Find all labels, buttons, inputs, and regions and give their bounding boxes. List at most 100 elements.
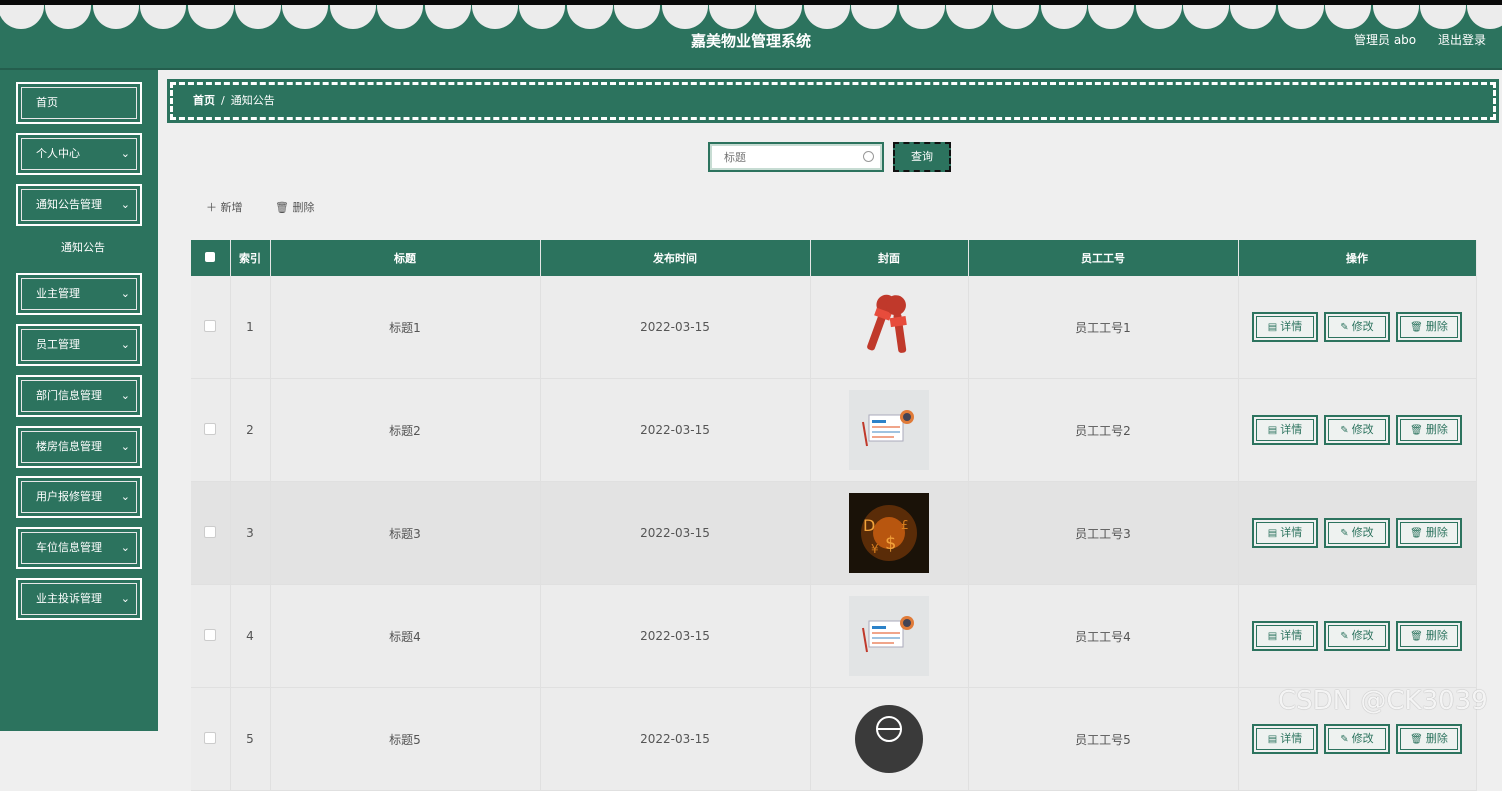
search-field[interactable] (708, 142, 884, 172)
row-select-cell[interactable] (191, 481, 231, 585)
edit-button-label: 修改 (1351, 320, 1374, 333)
sidebar-item-label: 车位信息管理 (36, 541, 102, 554)
svg-text:£: £ (901, 518, 909, 532)
document-icon: ▤ (1267, 322, 1278, 333)
edit-button-label: 修改 (1351, 526, 1374, 539)
sidebar-item-label: 通知公告管理 (36, 198, 102, 211)
batch-delete-button[interactable]: 🗑 删除 (275, 199, 314, 215)
row-checkbox[interactable] (204, 731, 217, 744)
column-header-title: 标题 (270, 240, 541, 276)
edit-button[interactable]: ✎ 修改 (1324, 724, 1390, 754)
delete-button[interactable]: 🗑 删除 (1396, 312, 1462, 342)
delete-button[interactable]: 🗑 删除 (1396, 724, 1462, 754)
header-scallop-decoration (0, 5, 1502, 31)
header: 嘉美物业管理系统 管理员 abo 退出登录 (0, 5, 1502, 70)
detail-button[interactable]: ▤ 详情 (1252, 518, 1318, 548)
detail-button-label: 详情 (1280, 732, 1303, 745)
chevron-down-icon: ⌄ (120, 338, 130, 351)
sidebar-item-label: 业主投诉管理 (36, 592, 102, 605)
row-index: 2 (230, 378, 271, 482)
sidebar-item-label: 个人中心 (36, 147, 80, 160)
breadcrumb-current: 通知公告 (230, 94, 275, 107)
row-cover (810, 276, 969, 379)
row-checkbox[interactable] (204, 525, 217, 538)
row-checkbox[interactable] (204, 628, 217, 641)
breadcrumb-separator: / (221, 94, 225, 107)
column-header-index: 索引 (230, 240, 271, 276)
column-header-cover: 封面 (810, 240, 969, 276)
sidebar-item-parking-management[interactable]: 车位信息管理 ⌄ (16, 527, 142, 569)
logout-link[interactable]: 退出登录 (1438, 33, 1486, 47)
row-date: 2022-03-15 (540, 687, 811, 791)
sidebar-item-building-management[interactable]: 楼房信息管理 ⌄ (16, 426, 142, 468)
edit-button-label: 修改 (1351, 423, 1374, 436)
sidebar-item-label: 首页 (36, 96, 58, 109)
row-title: 标题5 (270, 687, 541, 791)
sidebar-item-repair-management[interactable]: 用户报修管理 ⌄ (16, 476, 142, 518)
row-staff-id: 员工工号5 (968, 687, 1239, 791)
sidebar-item-home[interactable]: 首页 (16, 82, 142, 124)
detail-button[interactable]: ▤ 详情 (1252, 724, 1318, 754)
table-row: 1 标题1 2022-03-15 员工工号1 ▤ 详情 ✎ 修改 🗑 删除 (191, 276, 1477, 379)
sidebar-item-complaint-management[interactable]: 业主投诉管理 ⌄ (16, 578, 142, 620)
delete-button[interactable]: 🗑 删除 (1396, 415, 1462, 445)
row-actions: ▤ 详情 ✎ 修改 🗑 删除 (1238, 276, 1477, 379)
edit-button-label: 修改 (1351, 732, 1374, 745)
row-index: 3 (230, 481, 271, 585)
search-input[interactable] (722, 150, 866, 165)
search-icon (863, 151, 874, 162)
sidebar-item-owner-management[interactable]: 业主管理 ⌄ (16, 273, 142, 315)
row-date: 2022-03-15 (540, 481, 811, 585)
sidebar-item-label: 业主管理 (36, 287, 80, 300)
row-title: 标题1 (270, 276, 541, 379)
trash-icon: 🗑 (1410, 425, 1423, 436)
sidebar: 首页 个人中心 ⌄ 通知公告管理 ⌄ 通知公告 业主管理 ⌄ 员工管理 ⌄ 部门信息管理… (0, 70, 158, 731)
svg-text:D: D (863, 516, 875, 535)
breadcrumb-home[interactable]: 首页 (193, 94, 215, 107)
row-checkbox[interactable] (204, 319, 217, 332)
chevron-down-icon: ⌄ (120, 440, 130, 453)
sidebar-item-staff-management[interactable]: 员工管理 ⌄ (16, 324, 142, 366)
microphone-news-live-icon (849, 287, 929, 367)
query-button[interactable]: 查询 (893, 142, 951, 172)
row-title: 标题4 (270, 584, 541, 688)
globe-news-badge-icon (849, 699, 929, 779)
current-user: 管理员 abo (1354, 33, 1417, 47)
sidebar-item-personal-center[interactable]: 个人中心 ⌄ (16, 133, 142, 175)
pencil-icon: ✎ (1340, 528, 1349, 539)
svg-text:¥: ¥ (871, 542, 879, 556)
add-button[interactable]: ＋ 新增 (206, 199, 243, 215)
delete-button-label: 删除 (1425, 629, 1448, 642)
trash-icon: 🗑 (275, 201, 293, 214)
edit-button[interactable]: ✎ 修改 (1324, 312, 1390, 342)
pencil-icon: ✎ (1340, 734, 1349, 745)
delete-button[interactable]: 🗑 删除 (1396, 518, 1462, 548)
sidebar-item-notice-management[interactable]: 通知公告管理 ⌄ (16, 184, 142, 226)
chevron-down-icon: ⌄ (120, 592, 130, 605)
row-cover (810, 584, 969, 688)
row-actions: ▤ 详情 ✎ 修改 🗑 删除 (1238, 584, 1477, 688)
row-select-cell[interactable] (191, 584, 231, 688)
chevron-down-icon: ⌄ (120, 541, 130, 554)
plus-icon: ＋ (206, 201, 221, 214)
pencil-icon: ✎ (1340, 322, 1349, 333)
column-header-actions: 操作 (1238, 240, 1477, 276)
row-checkbox[interactable] (204, 422, 217, 435)
detail-button[interactable]: ▤ 详情 (1252, 415, 1318, 445)
detail-button[interactable]: ▤ 详情 (1252, 312, 1318, 342)
row-select-cell[interactable] (191, 687, 231, 791)
row-select-cell[interactable] (191, 276, 231, 379)
column-header-date: 发布时间 (540, 240, 811, 276)
delete-button[interactable]: 🗑 删除 (1396, 621, 1462, 651)
select-all-checkbox[interactable] (205, 251, 216, 262)
detail-button-label: 详情 (1280, 320, 1303, 333)
edit-button[interactable]: ✎ 修改 (1324, 518, 1390, 548)
edit-button[interactable]: ✎ 修改 (1324, 415, 1390, 445)
edit-button[interactable]: ✎ 修改 (1324, 621, 1390, 651)
detail-button-label: 详情 (1280, 526, 1303, 539)
sidebar-subitem-notice[interactable]: 通知公告 (24, 232, 142, 264)
sidebar-item-department-management[interactable]: 部门信息管理 ⌄ (16, 375, 142, 417)
detail-button[interactable]: ▤ 详情 (1252, 621, 1318, 651)
select-all-header[interactable] (191, 240, 231, 276)
row-select-cell[interactable] (191, 378, 231, 482)
